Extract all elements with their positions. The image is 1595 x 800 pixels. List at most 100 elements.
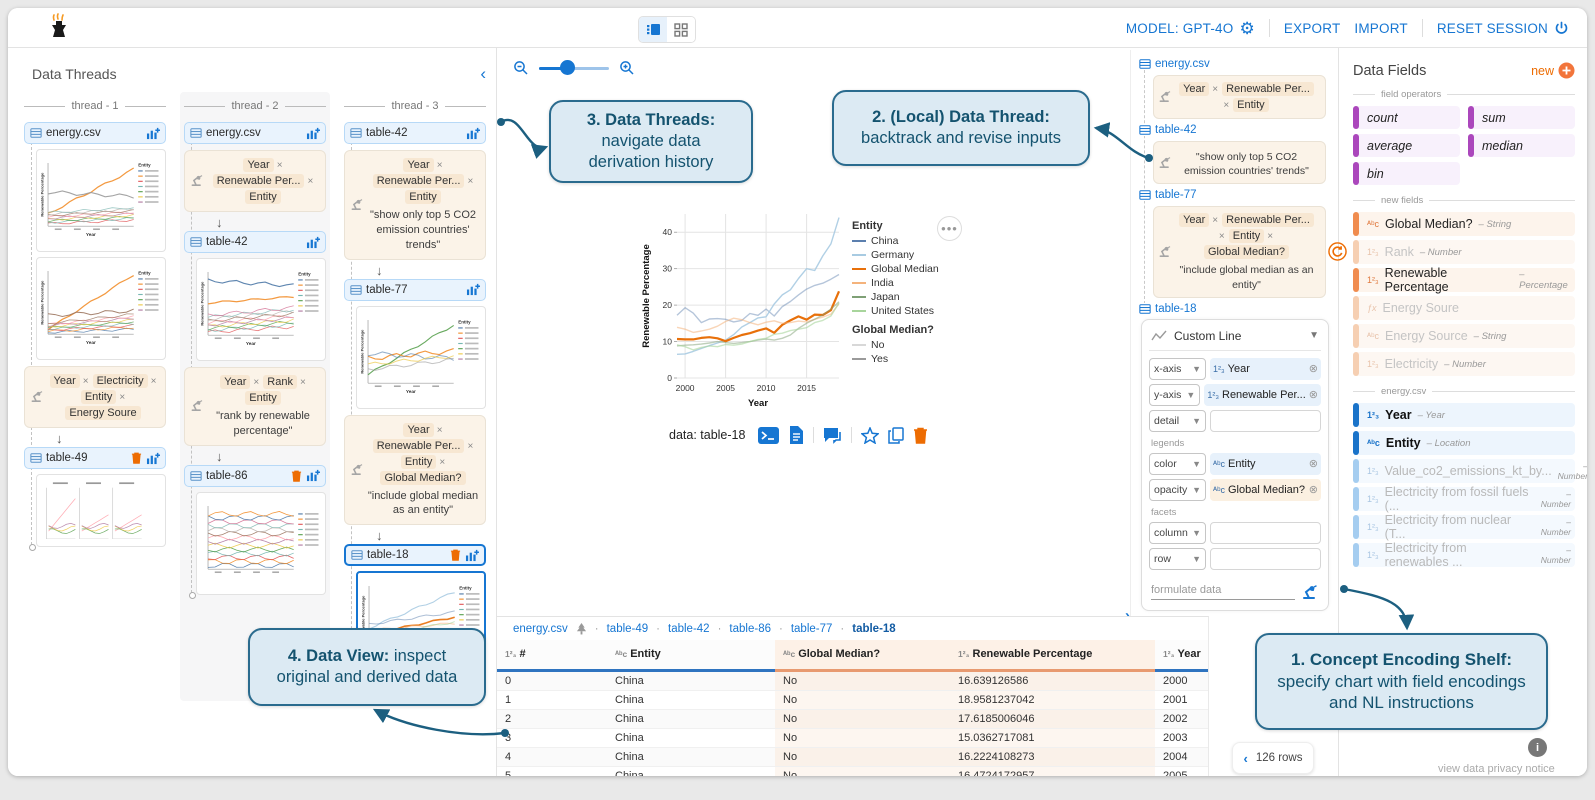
field-chip[interactable]: Electricity [93,374,148,388]
data-field-electricity-from-nuclear-t-[interactable]: 1²₃Electricity from nuclear (T...– Numbe… [1353,515,1575,539]
chart-thumbnail[interactable] [36,474,166,547]
field-chip[interactable]: Renewable Per... [1222,82,1314,96]
remove-chip-icon[interactable]: × [467,441,473,452]
field-chip[interactable]: Year [243,158,273,172]
create-chart-icon[interactable] [466,283,480,296]
encoded-field-chip[interactable]: 1²₃Year⊗ [1210,358,1321,380]
remove-chip-icon[interactable]: × [277,160,283,171]
operator-chip-count[interactable]: count [1353,106,1460,129]
new-field-button[interactable]: new [1531,62,1575,79]
chart-thumbnail[interactable]: EntityYearRenewable Percentage [196,258,326,361]
remove-chip-icon[interactable]: × [307,176,313,187]
chart-thumbnail[interactable]: EntityYearRenewable Percentage [36,149,166,252]
column-header--[interactable]: 1²₃# [497,640,607,671]
delete-icon[interactable] [450,549,461,561]
row-count-button[interactable]: ‹ 126 rows [1232,742,1314,774]
operator-chip-median[interactable]: median [1468,134,1575,157]
delete-icon[interactable] [131,452,142,464]
create-chart-icon[interactable] [466,127,480,140]
create-chart-icon[interactable] [146,452,160,465]
field-chip[interactable]: Energy Soure [65,406,140,420]
data-field-electricity-from-fossil-fuels-[interactable]: 1²₃Electricity from fossil fuels (...– N… [1353,487,1575,511]
star-icon[interactable] [861,427,879,444]
chart-thumbnail[interactable]: EntityYearRenewable Percentage [356,571,486,676]
remove-chip-icon[interactable]: × [437,425,443,436]
table-card-table-49[interactable]: table-49 [24,447,166,469]
table-link-table-77[interactable]: table-77 [1139,189,1203,201]
field-chip[interactable]: Renewable Per... [1222,213,1314,227]
operator-chip-average[interactable]: average [1353,134,1460,157]
zoom-in-icon[interactable] [619,60,635,76]
chart-more-button[interactable]: ••• [937,216,962,241]
data-doc-icon[interactable] [788,426,804,444]
field-chip[interactable]: Renewable Per... [213,174,305,188]
formulate-robot-icon[interactable] [1301,584,1319,600]
field-chip[interactable]: Year [403,423,433,437]
table-card-table-77[interactable]: table-77 [344,279,486,301]
remove-chip-icon[interactable]: × [151,376,157,387]
power-icon[interactable] [1554,21,1569,36]
privacy-notice-link[interactable]: view data privacy notice [1438,763,1555,775]
data-field-electricity-from-renewables-[interactable]: 1²₃Electricity from renewables ...– Numb… [1353,543,1575,567]
code-terminal-icon[interactable] [758,427,779,444]
chevron-left-icon[interactable]: ‹ [1243,751,1247,766]
data-field-renewable-percentage[interactable]: 1²₃Renewable Percentage– Percentage [1353,268,1575,292]
chat-icon[interactable] [823,427,842,444]
channel-select-x-axis[interactable]: x-axis▼ [1149,358,1206,380]
column-header-entity[interactable]: ᴬᵇcEntity [607,640,775,671]
remove-chip-icon[interactable]: × [439,457,445,468]
gear-icon[interactable]: ⚙ [1239,20,1254,37]
chart-type-selector[interactable]: Custom Line ▼ [1149,327,1321,351]
field-chip[interactable]: Year [1179,82,1209,96]
table-card-energy.csv[interactable]: energy.csv [24,122,166,144]
delete-icon[interactable] [291,470,302,482]
chart-thumbnail[interactable] [196,492,326,595]
zoom-slider[interactable] [539,60,609,76]
field-chip[interactable]: Renewable Per... [373,439,465,453]
reset-session-button[interactable]: RESET SESSION [1437,21,1569,36]
clear-field-icon[interactable]: ⊗ [1309,388,1318,401]
export-button[interactable]: EXPORT [1284,21,1340,36]
model-button[interactable]: MODEL: GPT-4O⚙ [1126,20,1255,37]
data-field-energy-soure[interactable]: ƒxEnergy Soure [1353,296,1575,320]
column-header-year[interactable]: 1²₃Year [1155,640,1209,671]
create-chart-icon[interactable] [306,127,320,140]
table-card-table-86[interactable]: table-86 [184,465,326,487]
channel-select-y-axis[interactable]: y-axis▼ [1149,384,1200,406]
field-chip[interactable]: Entity [401,455,437,469]
info-icon[interactable]: i [1528,738,1547,757]
table-link-table-18[interactable]: table-18 [1139,303,1203,315]
data-tab-energy.csv[interactable]: energy.csv [513,623,568,635]
create-chart-icon[interactable] [465,549,479,562]
table-card-table-18[interactable]: table-18 [344,544,486,566]
field-chip[interactable]: Entity [245,190,281,204]
remove-chip-icon[interactable]: × [119,392,125,403]
field-chip[interactable]: Year [50,374,80,388]
channel-select-detail[interactable]: detail▼ [1149,410,1206,432]
collapse-panel-icon[interactable]: ‹ [480,64,486,84]
remove-chip-icon[interactable]: × [253,377,259,388]
table-card-energy.csv[interactable]: energy.csv [184,122,326,144]
field-chip[interactable]: Global Median? [1204,245,1289,259]
empty-encoding-slot[interactable] [1210,410,1321,432]
column-header-global-median-[interactable]: ᴬᵇcGlobal Median? [775,640,950,671]
plus-circle-icon[interactable] [1558,62,1575,79]
data-tab-table-18[interactable]: table-18 [852,623,895,635]
data-field-electricity[interactable]: 1²₃Electricity– Number [1353,352,1575,376]
chart-thumbnail[interactable]: EntityYearRenewable Percentage [36,257,166,360]
encoded-field-chip[interactable]: ᴬᵇcGlobal Median?⊗ [1210,479,1321,501]
channel-select-color[interactable]: color▼ [1149,453,1206,475]
data-field-energy-source[interactable]: ᴬᵇcEnergy Source– String [1353,324,1575,348]
chart-thumbnail[interactable]: EntityYearRenewable Percentage [356,306,486,409]
table-link-table-42[interactable]: table-42 [1139,124,1203,136]
create-chart-icon[interactable] [306,469,320,482]
data-field-rank[interactable]: 1²₃Rank– Number [1353,240,1575,264]
operator-chip-sum[interactable]: sum [1468,106,1575,129]
data-field-global-median-[interactable]: ᴬᵇcGlobal Median?– String [1353,212,1575,236]
field-chip[interactable]: Year [1179,213,1209,227]
data-tab-table-77[interactable]: table-77 [791,623,833,635]
delete-chart-icon[interactable] [913,427,928,444]
data-field-value-co2-emissions-kt-by-[interactable]: 1²₃Value_co2_emissions_kt_by...– Number [1353,459,1575,483]
grid-view-button[interactable] [667,17,695,42]
field-chip[interactable]: Entity [405,190,441,204]
